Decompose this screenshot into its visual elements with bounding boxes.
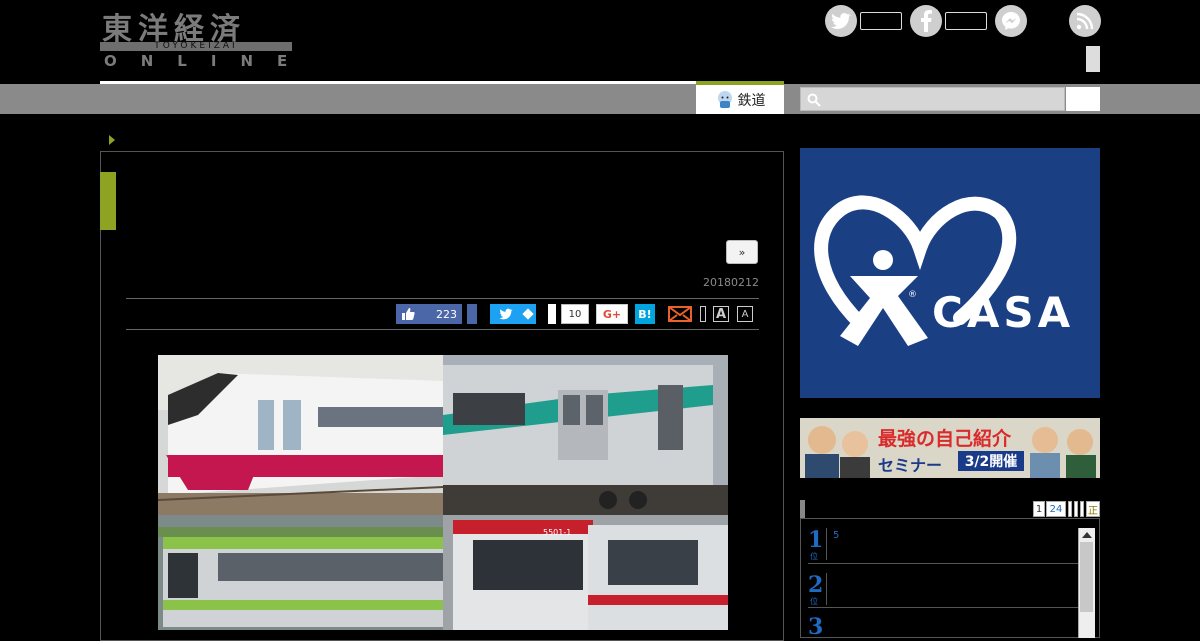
rank-separator xyxy=(808,563,1078,564)
tweet-count-tail xyxy=(522,304,536,324)
rank-divider xyxy=(826,573,827,605)
ranking-tab[interactable] xyxy=(1080,501,1084,517)
ranking-tab[interactable] xyxy=(1074,501,1078,517)
title-accent xyxy=(100,172,116,230)
twitter-bird-icon xyxy=(499,308,513,320)
ranking-scrollbar[interactable] xyxy=(1078,528,1095,638)
ranking-tab-last[interactable]: 正 xyxy=(1086,501,1100,517)
facebook-count-box xyxy=(945,12,987,30)
ranking-list xyxy=(800,518,1100,638)
rank-separator xyxy=(808,607,1078,608)
seminar-ad-banner[interactable]: 最強の自己紹介 セミナー 3/2開催 xyxy=(800,418,1100,478)
divider xyxy=(126,329,759,330)
thumbs-up-icon xyxy=(402,308,415,320)
rank-item-text[interactable]: 5 xyxy=(833,530,839,541)
like-count: 223 xyxy=(436,307,457,321)
rank-number: 3 xyxy=(808,614,824,640)
search-input[interactable] xyxy=(800,87,1065,111)
tweet-button[interactable] xyxy=(490,304,522,324)
search-icon xyxy=(807,93,821,107)
article-photo: 5501-1 xyxy=(158,355,728,630)
more-button[interactable]: » xyxy=(726,240,758,264)
logo-online[interactable]: ONLINE xyxy=(104,52,311,70)
print-button[interactable] xyxy=(700,306,706,322)
ad2-headline: 最強の自己紹介 xyxy=(878,428,1012,450)
train-number-label: 5501-1 xyxy=(543,528,571,537)
rss-icon[interactable] xyxy=(1069,5,1101,37)
hatena-bookmark-button[interactable]: B! xyxy=(635,304,655,324)
rank-divider xyxy=(826,528,827,560)
scroll-up-icon[interactable] xyxy=(1082,532,1092,538)
ad2-date: 3/2開催 xyxy=(958,451,1024,471)
twitter-count-box xyxy=(860,12,902,30)
hatena-count: 10 xyxy=(561,304,589,324)
facebook-icon[interactable] xyxy=(910,5,942,37)
menu-toggle-button[interactable] xyxy=(1086,46,1100,72)
scroll-thumb[interactable] xyxy=(1080,542,1093,612)
ad2-subline: セミナー xyxy=(878,456,943,475)
twitter-icon[interactable] xyxy=(825,5,857,37)
tab-railway-label: 鉄道 xyxy=(737,92,766,109)
ranking-tab-24[interactable]: 24 xyxy=(1046,501,1066,517)
ranking-tab[interactable] xyxy=(1068,501,1072,517)
ad-registered-mark: ® xyxy=(908,290,917,300)
logo-sub: TOYOKEIZAI xyxy=(154,41,238,51)
rank-unit: 位 xyxy=(810,552,818,561)
font-large-button[interactable]: A xyxy=(713,306,729,322)
rank-number: 1 xyxy=(808,527,824,553)
like-tail xyxy=(467,304,477,324)
rank-number: 2 xyxy=(808,572,824,598)
rank-unit: 位 xyxy=(810,597,818,606)
search-button[interactable] xyxy=(1066,87,1100,111)
divider xyxy=(126,298,759,299)
messenger-icon[interactable] xyxy=(995,5,1027,37)
casa-ad-banner[interactable]: ® CASA xyxy=(800,148,1100,398)
breadcrumb-arrow-icon xyxy=(109,135,115,145)
mail-icon[interactable] xyxy=(668,306,692,326)
ranking-marker xyxy=(800,500,805,518)
google-plus-button[interactable]: G+ xyxy=(596,304,628,324)
ranking-tab-1[interactable]: 1 xyxy=(1033,501,1045,517)
train-mascot-icon xyxy=(717,90,732,108)
tab-railway[interactable]: 鉄道 xyxy=(696,85,784,114)
ad-brand: CASA xyxy=(932,288,1075,337)
font-small-button[interactable]: A xyxy=(737,306,753,322)
hatena-count-pointer xyxy=(548,304,556,324)
article-date: 20180212 xyxy=(703,276,759,289)
facebook-like-button[interactable]: 223 xyxy=(396,304,462,324)
